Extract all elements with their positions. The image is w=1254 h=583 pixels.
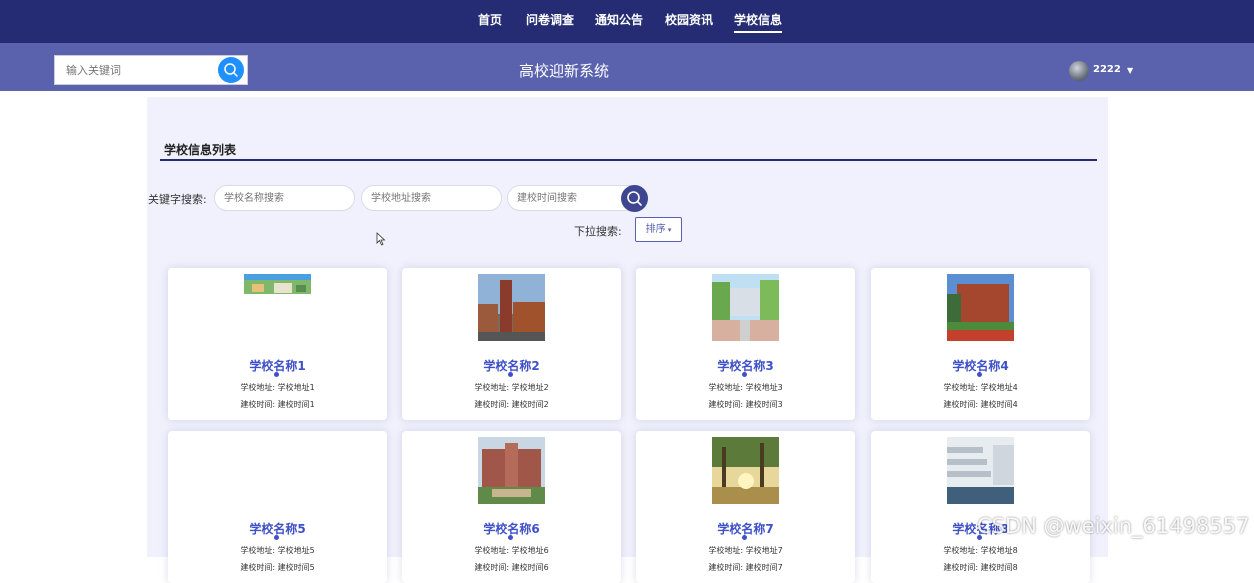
school-thumbnail (947, 437, 1014, 504)
school-founded: 建校时间: 建校时间4 (943, 400, 1018, 409)
caret-down-icon: ▼ (1127, 66, 1134, 75)
school-founded: 建校时间: 建校时间7 (708, 563, 783, 572)
school-card-3[interactable]: 学校名称3 学校地址: 学校地址3 建校时间: 建校时间3 (636, 268, 855, 420)
school-thumbnail (244, 274, 311, 341)
nav-home[interactable]: 首页 (478, 11, 502, 28)
nav-survey[interactable]: 问卷调查 (526, 11, 574, 28)
header-bar: 高校迎新系统 2222 ▼ (0, 43, 1254, 91)
school-founded: 建校时间: 建校时间1 (240, 400, 315, 409)
site-title: 高校迎新系统 (518, 62, 609, 80)
search-icon (627, 191, 642, 206)
school-card-6[interactable]: 学校名称6 学校地址: 学校地址6 建校时间: 建校时间6 (402, 431, 621, 583)
top-nav: 首页 问卷调查 通知公告 校园资讯 学校信息 (0, 0, 1254, 43)
school-address: 学校地址: 学校地址7 (708, 546, 783, 555)
nav-school-info[interactable]: 学校信息 (734, 11, 783, 33)
mouse-cursor-icon (376, 232, 386, 246)
sort-label: 排序 (645, 224, 666, 235)
school-name-search-input[interactable] (214, 185, 355, 211)
school-card-7[interactable]: 学校名称7 学校地址: 学校地址7 建校时间: 建校时间7 (636, 431, 855, 583)
school-address: 学校地址: 学校地址8 (943, 546, 1018, 555)
name-dot (274, 372, 279, 377)
school-founded: 建校时间: 建校时间5 (240, 563, 315, 572)
name-dot (742, 372, 747, 377)
filter-search-button[interactable] (621, 185, 648, 212)
school-card-2[interactable]: 学校名称2 学校地址: 学校地址2 建校时间: 建校时间2 (402, 268, 621, 420)
school-address: 学校地址: 学校地址2 (474, 383, 549, 392)
school-address: 学校地址: 学校地址3 (708, 383, 783, 392)
name-dot (508, 535, 513, 540)
school-address: 学校地址: 学校地址4 (943, 383, 1018, 392)
section-title: 学校信息列表 (164, 143, 237, 157)
school-thumbnail (478, 437, 545, 504)
nav-campus-news[interactable]: 校园资讯 (665, 11, 713, 28)
school-founded: 建校时间: 建校时间2 (474, 400, 549, 409)
school-address: 学校地址: 学校地址1 (240, 383, 315, 392)
school-thumbnail (712, 437, 779, 504)
school-founded: 建校时间: 建校时间6 (474, 563, 549, 572)
school-thumbnail (947, 274, 1014, 341)
name-dot (508, 372, 513, 377)
school-address: 学校地址: 学校地址5 (240, 546, 315, 555)
name-dot (742, 535, 747, 540)
caret-down-icon: ▾ (665, 226, 672, 234)
school-thumbnail (244, 437, 311, 504)
name-dot (977, 372, 982, 377)
school-founded: 建校时间: 建校时间8 (943, 563, 1018, 572)
username: 2222 (1093, 64, 1121, 75)
school-card-1[interactable]: 学校名称1 学校地址: 学校地址1 建校时间: 建校时间1 (168, 268, 387, 420)
sort-dropdown[interactable]: 排序 ▾ (635, 217, 682, 242)
school-card-5[interactable]: 学校名称5 学校地址: 学校地址5 建校时间: 建校时间5 (168, 431, 387, 583)
school-card-8[interactable]: 学校名称8 学校地址: 学校地址8 建校时间: 建校时间8 (871, 431, 1090, 583)
school-founded: 建校时间: 建校时间3 (708, 400, 783, 409)
keyword-search-label: 关键字搜索: (148, 193, 207, 206)
avatar (1069, 61, 1089, 81)
school-address: 学校地址: 学校地址6 (474, 546, 549, 555)
name-dot (274, 535, 279, 540)
nav-notices[interactable]: 通知公告 (595, 11, 643, 28)
dropdown-search-label: 下拉搜索: (574, 225, 622, 238)
watermark: CSDN @weixin_61498557 (977, 514, 1250, 538)
school-thumbnail (712, 274, 779, 341)
school-address-search-input[interactable] (361, 185, 502, 211)
school-thumbnail (478, 274, 545, 341)
school-card-4[interactable]: 学校名称4 学校地址: 学校地址4 建校时间: 建校时间4 (871, 268, 1090, 420)
section-divider (160, 159, 1097, 161)
